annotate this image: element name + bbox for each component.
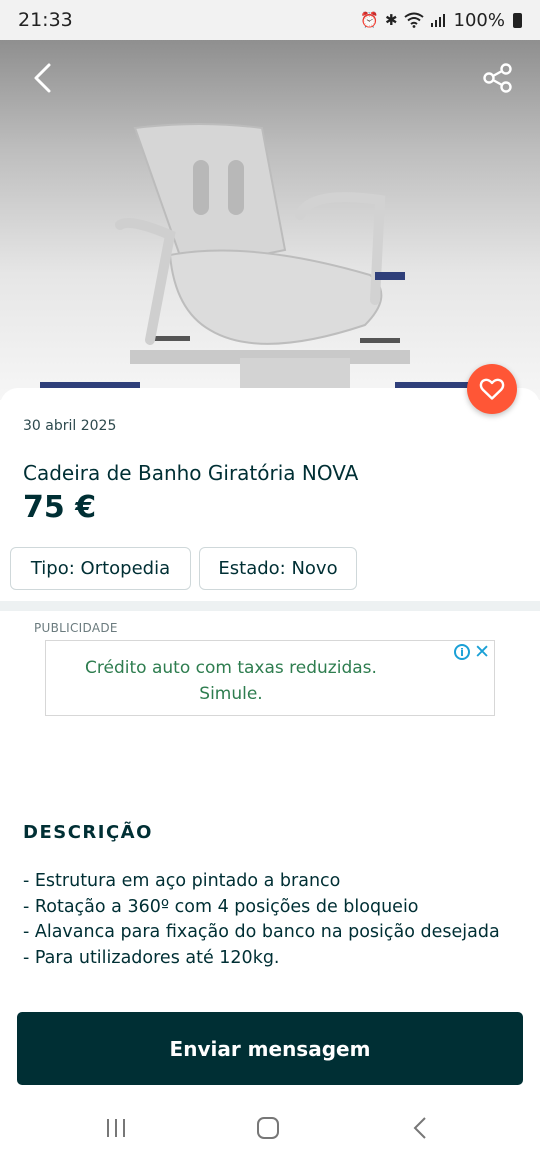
description-line: - Rotação a 360º com 4 posições de bloqu… [23,896,419,917]
ad-banner[interactable]: Crédito auto com taxas reduzidas. Simule… [45,640,495,716]
signal-icon [430,14,445,27]
battery-icon [513,12,522,28]
recent-apps-icon [107,1119,125,1137]
system-nav-bar [0,1098,540,1158]
alarm-icon: ⏰ [360,11,379,29]
listing-price: 75 € [23,490,97,525]
wifi-icon [403,12,424,28]
battery-percent: 100% [453,9,505,31]
home-button[interactable] [246,1112,290,1144]
listing-date: 30 abril 2025 [23,418,117,434]
heart-icon [479,378,505,400]
favorite-button[interactable] [467,364,517,414]
tag-type: Tipo: Ortopedia [10,547,191,590]
description-line: - Estrutura em aço pintado a branco [23,871,341,891]
chair-photo [40,123,475,390]
status-bar: 21:33 ⏰ ✱ 100% [0,0,540,40]
bluetooth-icon: ✱ [384,11,398,29]
status-indicators: ⏰ ✱ 100% [360,10,522,31]
system-back-button[interactable] [398,1112,442,1144]
description-line: - Para utilizadores até 120kg. [23,947,280,968]
product-image[interactable] [0,40,540,400]
section-divider [0,601,540,611]
status-icons: ⏰ ✱ [360,11,445,29]
ad-close-icon[interactable]: ✕ [474,641,490,663]
ad-label: PUBLICIDADE [34,621,118,635]
back-button[interactable] [24,60,60,96]
status-time: 21:33 [18,9,73,31]
description-heading: DESCRIÇÃO [23,822,153,843]
home-icon [257,1117,279,1139]
recent-apps-button[interactable] [94,1112,138,1144]
ad-info-icon[interactable]: i [454,644,470,660]
description-list: - Estrutura em aço pintado a branco - Ro… [23,869,500,971]
send-message-button[interactable]: Enviar mensagem [17,1012,523,1085]
share-icon [483,63,512,93]
tag-state: Estado: Novo [199,547,357,590]
back-icon [413,1117,426,1139]
listing-title: Cadeira de Banho Giratória NOVA [23,461,359,485]
ad-text: Crédito auto com taxas reduzidas. Simule… [85,658,377,704]
chevron-left-icon [34,63,51,93]
share-button[interactable] [480,60,516,96]
description-line: - Alavanca para fixação do banco na posi… [23,922,500,942]
